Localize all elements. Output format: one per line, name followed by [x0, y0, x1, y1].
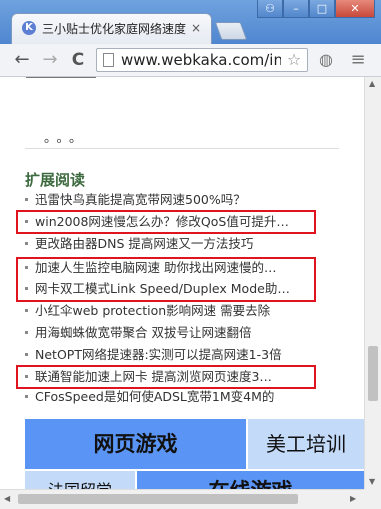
scrollbar-corner: [364, 489, 381, 509]
vertical-scroll-thumb[interactable]: [368, 346, 378, 401]
bullet: [25, 353, 28, 356]
minimize-button[interactable]: –: [283, 0, 309, 18]
divider: [25, 148, 339, 149]
article-link[interactable]: NetOPT网络提速器:实测可以提高网速1-3倍: [25, 345, 325, 365]
bookmark-star-icon[interactable]: ☆: [285, 51, 303, 69]
maximize-button[interactable]: □: [309, 0, 335, 18]
bullet: [25, 395, 28, 398]
bullet: [25, 331, 28, 334]
reload-icon[interactable]: C: [66, 48, 90, 72]
horizontal-scroll-thumb[interactable]: [18, 494, 298, 504]
forward-arrow-icon[interactable]: →: [38, 48, 62, 72]
tab-title: 三小贴士优化家庭网络速度: [42, 22, 187, 36]
page-content: 。。。 扩展阅读 迅雷快鸟真能提高宽带网速500%吗？ win2008网速慢怎么…: [0, 77, 364, 489]
cut-off-text-line: [26, 77, 146, 83]
bullet: [25, 198, 28, 201]
scroll-left-icon[interactable]: ◀: [4, 494, 10, 503]
scroll-down-icon[interactable]: ▼: [369, 477, 375, 486]
article-link[interactable]: 用海蜘蛛做宽带聚合 双拔号让网速翻倍: [25, 323, 325, 343]
browser-toolbar: ← → C www.webkaka.com/in ☆ ◍ ≡: [0, 44, 381, 77]
back-arrow-icon[interactable]: ←: [10, 48, 34, 72]
tab-close-icon[interactable]: ×: [189, 20, 203, 36]
article-link[interactable]: 迅雷快鸟真能提高宽带网速500%吗？: [25, 190, 325, 210]
highlight-box: [16, 210, 316, 234]
vertical-scrollbar[interactable]: ▲ ▼: [364, 77, 381, 489]
url-text[interactable]: www.webkaka.com/in: [121, 51, 281, 70]
article-link[interactable]: 更改路由器DNS 提高网速又一方法技巧: [25, 234, 325, 254]
bullet: [25, 242, 28, 245]
page-icon: [103, 53, 114, 67]
horizontal-scrollbar[interactable]: ◀ ▶: [0, 489, 364, 509]
article-link[interactable]: 小红伞web protection影响网速 需要去除: [25, 301, 325, 321]
browser-tab[interactable]: K 三小贴士优化家庭网络速度 ×: [11, 13, 212, 44]
scroll-right-icon[interactable]: ▶: [350, 494, 356, 503]
bullet: [25, 309, 28, 312]
close-window-button[interactable]: ✕: [335, 0, 375, 18]
article-link[interactable]: CFosSpeed是如何使ADSL宽带1M变4M的: [25, 387, 325, 407]
globe-extension-icon[interactable]: ◍: [316, 50, 336, 70]
title-bar: K 三小贴士优化家庭网络速度 × ⚇ – □ ✕: [0, 0, 381, 44]
ellipsis-text: 。。。: [44, 131, 89, 146]
window-controls: ⚇ – □ ✕: [257, 0, 375, 20]
ad-bottom-left[interactable]: 法国留学: [25, 471, 135, 489]
highlight-box: [16, 257, 316, 302]
site-favicon-icon: K: [22, 21, 36, 35]
ad-art-training[interactable]: 美工培训: [248, 419, 364, 469]
ad-web-games[interactable]: 网页游戏: [25, 419, 246, 469]
ad-bottom-right[interactable]: 在线游戏: [137, 471, 364, 489]
highlight-box: [16, 365, 316, 389]
new-tab-button[interactable]: [214, 22, 248, 40]
section-title: 扩展阅读: [25, 171, 86, 189]
user-profile-icon[interactable]: ⚇: [257, 0, 283, 18]
address-bar[interactable]: www.webkaka.com/in ☆: [96, 48, 308, 72]
chrome-menu-icon[interactable]: ≡: [348, 50, 368, 70]
scroll-up-icon[interactable]: ▲: [369, 79, 375, 88]
